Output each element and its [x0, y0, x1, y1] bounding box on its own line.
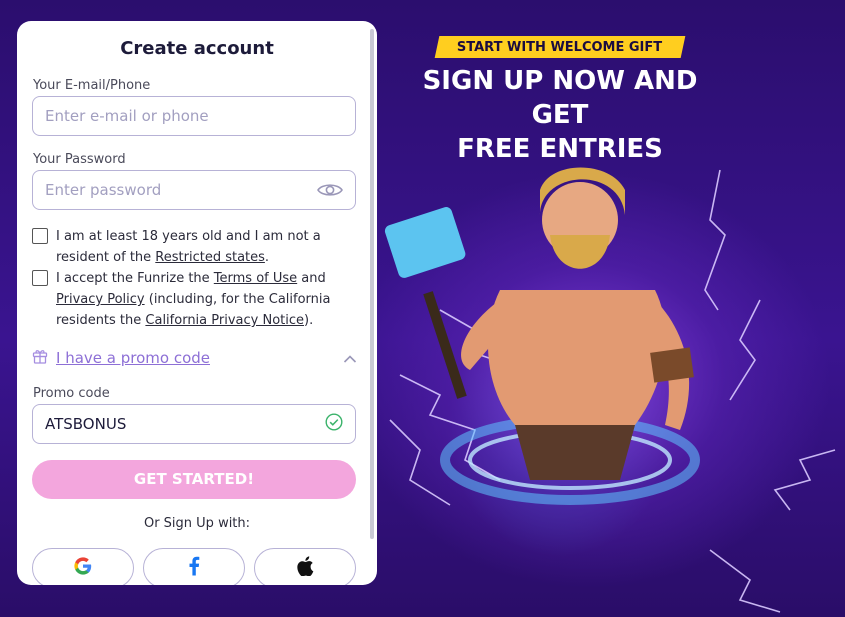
password-label: Your Password — [33, 152, 126, 167]
check-circle-icon — [325, 413, 343, 435]
facebook-icon — [188, 556, 200, 580]
apple-signup-button[interactable] — [254, 548, 356, 585]
google-signup-button[interactable] — [32, 548, 134, 585]
email-label: Your E-mail/Phone — [33, 78, 151, 93]
welcome-gift-badge: START WITH WELCOME GIFT — [434, 36, 686, 58]
age-consent-row: I am at least 18 years old and I am not … — [32, 226, 362, 268]
privacy-policy-link[interactable]: Privacy Policy — [56, 292, 145, 307]
promo-headline: SIGN UP NOW AND GET FREE ENTRIES — [420, 64, 700, 166]
terms-text-2: and — [297, 271, 326, 286]
facebook-signup-button[interactable] — [143, 548, 245, 585]
terms-consent-row: I accept the Funrize the Terms of Use an… — [32, 268, 362, 331]
password-field[interactable] — [45, 181, 317, 199]
terms-of-use-link[interactable]: Terms of Use — [214, 271, 297, 286]
email-field-wrapper — [32, 96, 356, 136]
terms-text-1: I accept the Funrize the — [56, 271, 214, 286]
email-field[interactable] — [45, 107, 343, 125]
eye-icon[interactable] — [317, 182, 343, 198]
headline-line-2: GET — [531, 100, 589, 130]
terms-consent-text: I accept the Funrize the Terms of Use an… — [56, 268, 362, 331]
chevron-up-icon[interactable] — [343, 349, 357, 368]
form-title: Create account — [120, 38, 274, 59]
restricted-states-link[interactable]: Restricted states — [155, 250, 265, 265]
age-consent-end: . — [264, 250, 270, 265]
promo-code-input[interactable] — [45, 415, 325, 433]
signup-form-panel: Create account Your E-mail/Phone Your Pa… — [17, 21, 377, 585]
promo-label: Promo code — [33, 386, 110, 401]
get-started-button[interactable]: GET STARTED! — [32, 460, 356, 499]
password-field-wrapper — [32, 170, 356, 210]
age-checkbox[interactable] — [32, 228, 48, 244]
terms-text-4: ). — [304, 313, 314, 328]
promo-field-wrapper — [32, 404, 356, 444]
terms-checkbox[interactable] — [32, 270, 48, 286]
apple-icon — [296, 556, 314, 580]
panel-scrollbar[interactable] — [370, 29, 374, 539]
gift-icon — [32, 348, 48, 368]
promo-code-link[interactable]: I have a promo code — [56, 349, 210, 367]
google-icon — [73, 556, 93, 580]
or-sign-up-text: Or Sign Up with: — [143, 516, 251, 531]
hero-character-illustration — [384, 167, 836, 613]
headline-line-1: SIGN UP NOW AND — [422, 66, 698, 96]
california-privacy-link[interactable]: California Privacy Notice — [145, 313, 304, 328]
promo-code-toggle[interactable]: I have a promo code — [32, 348, 357, 368]
age-consent-text: I am at least 18 years old and I am not … — [56, 226, 362, 268]
welcome-gift-text: START WITH WELCOME GIFT — [457, 39, 663, 55]
